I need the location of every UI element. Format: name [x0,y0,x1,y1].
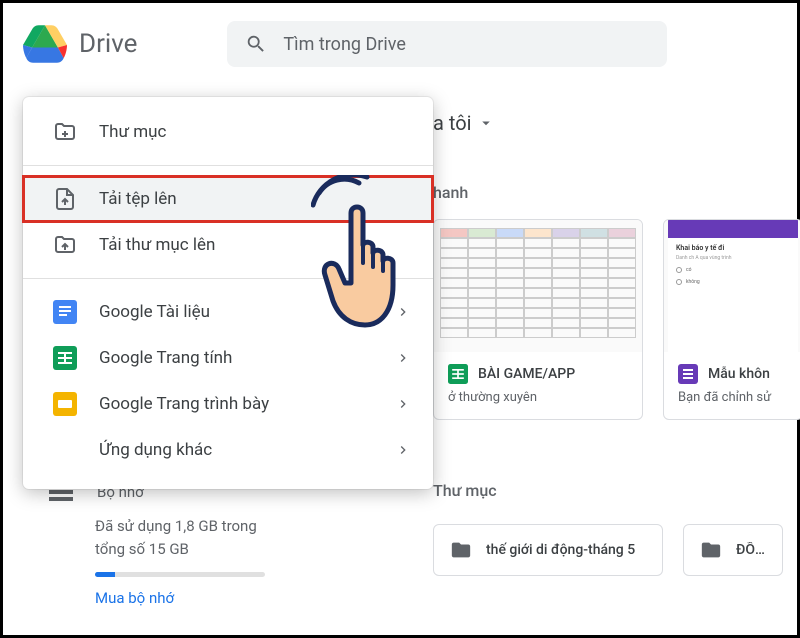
folders-title: Thư mục [433,481,783,500]
chevron-right-icon [395,350,411,366]
folder-upload-icon [53,233,77,257]
main-area: a tôi hanh [3,93,797,635]
breadcrumb[interactable]: a tôi [433,111,495,135]
app-name: Drive [79,29,137,59]
sheets-icon [448,364,468,384]
folder-name: thế giới di động-tháng 5 [486,542,635,558]
menu-divider [23,165,433,166]
card-title: Mẫu khôn [708,366,770,382]
quick-access-title: hanh [433,183,468,202]
forms-icon [678,364,698,384]
folders-section: Thư mục thế giới di động-tháng 5 ĐỒ ÁN [433,481,783,576]
menu-divider [23,278,433,279]
file-card-form[interactable]: Khai báo y tế đi Danh ch A qua vùng trìn… [663,219,800,420]
storage-progress-fill [95,572,115,577]
drive-logo-icon [23,24,67,64]
topbar: Drive [3,3,797,81]
file-card-sheet[interactable]: BÀI GAME/APP ở thường xuyên [433,219,643,420]
search-box[interactable] [227,21,667,67]
folder-card[interactable]: ĐỒ ÁN [683,524,783,576]
folder-icon [450,539,472,561]
card-subtitle: ở thường xuyên [448,390,628,405]
card-subtitle: Bạn đã chỉnh sử [678,390,788,405]
breadcrumb-text: a tôi [433,111,471,135]
card-info: BÀI GAME/APP ở thường xuyên [434,352,642,419]
folder-icon [700,539,722,561]
menu-item-label: Tải thư mục lên [99,235,215,255]
menu-item-new-folder[interactable]: Thư mục [23,109,433,155]
menu-item-upload-folder[interactable]: Tải thư mục lên [23,222,433,268]
docs-icon [53,300,77,324]
menu-item-label: Tải tệp lên [99,189,177,209]
file-upload-icon [53,187,77,211]
chevron-right-icon [395,304,411,320]
menu-item-upload-file[interactable]: Tải tệp lên [23,176,433,222]
menu-item-google-sheets[interactable]: Google Trang tính [23,335,433,381]
folder-new-icon [53,120,77,144]
menu-item-more-apps[interactable]: Ứng dụng khác [23,427,433,473]
context-menu: Thư mục Tải tệp lên Tải thư mục lên Goog… [23,97,433,489]
menu-item-google-docs[interactable]: Google Tài liệu [23,289,433,335]
card-title: BÀI GAME/APP [478,366,575,382]
storage-block: Bộ nhớ Đã sử dụng 1,8 GB trong tổng số 1… [3,475,273,607]
menu-item-google-slides[interactable]: Google Trang trình bày [23,381,433,427]
empty-icon [53,438,77,462]
folder-card[interactable]: thế giới di động-tháng 5 [433,524,663,576]
menu-item-label: Thư mục [99,122,166,142]
folder-name: ĐỒ ÁN [736,542,766,558]
sheets-icon [53,346,77,370]
chevron-down-icon [477,114,495,132]
card-info: Mẫu khôn Bạn đã chỉnh sử [664,352,800,419]
menu-item-label: Google Tài liệu [99,302,210,322]
slides-icon [53,392,77,416]
storage-usage-text: Đã sử dụng 1,8 GB trong tổng số 15 GB [3,505,273,568]
buy-storage-link[interactable]: Mua bộ nhớ [3,589,273,607]
drive-logo-wrap[interactable]: Drive [23,24,137,64]
search-icon [245,33,267,55]
quick-access-section: hanh [433,183,468,202]
menu-item-label: Google Trang trình bày [99,394,269,414]
storage-progress [95,572,265,577]
file-cards: BÀI GAME/APP ở thường xuyên Khai báo y t… [433,219,800,420]
menu-item-label: Ứng dụng khác [99,440,212,460]
search-input[interactable] [283,34,649,55]
chevron-right-icon [395,442,411,458]
chevron-right-icon [395,396,411,412]
card-preview: Khai báo y tế đi Danh ch A qua vùng trìn… [664,220,800,352]
card-preview [434,220,642,352]
menu-item-label: Google Trang tính [99,348,232,368]
